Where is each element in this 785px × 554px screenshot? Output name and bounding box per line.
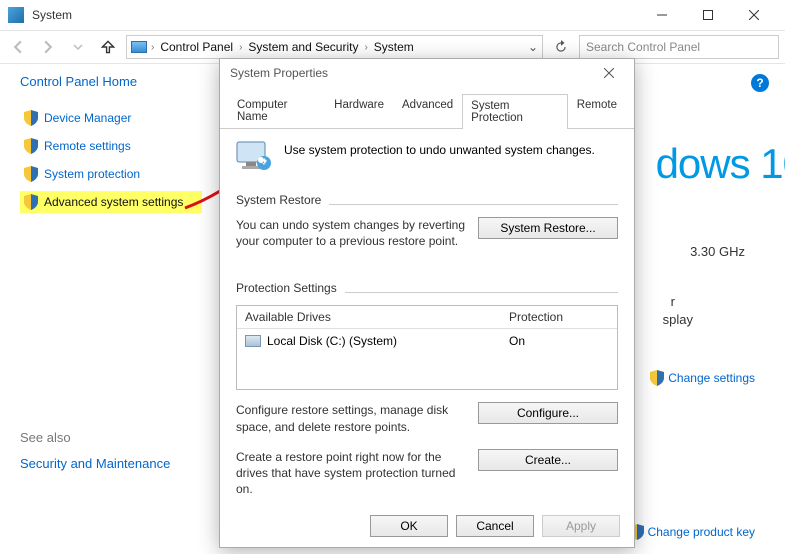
security-maintenance-link[interactable]: Security and Maintenance [20, 456, 170, 471]
chevron-right-icon: › [151, 42, 154, 53]
ok-button[interactable]: OK [370, 515, 448, 537]
up-button[interactable] [96, 35, 120, 59]
spec-text: splay [663, 312, 693, 327]
configure-text: Configure restore settings, manage disk … [236, 402, 466, 434]
chevron-right-icon: › [239, 42, 242, 53]
divider [345, 292, 618, 293]
close-button[interactable] [731, 0, 777, 30]
system-protection-icon [236, 141, 272, 173]
change-settings-label: Change settings [668, 371, 755, 385]
cancel-button[interactable]: Cancel [456, 515, 534, 537]
back-button[interactable] [6, 35, 30, 59]
configure-button[interactable]: Configure... [478, 402, 618, 424]
tab-system-protection[interactable]: System Protection [462, 94, 568, 129]
dialog-close-button[interactable] [594, 68, 624, 78]
drive-row[interactable]: Local Disk (C:) (System) On [237, 329, 617, 353]
chevron-down-icon[interactable]: ⌄ [528, 40, 538, 54]
maximize-button[interactable] [685, 0, 731, 30]
address-bar[interactable]: › Control Panel › System and Security › … [126, 35, 543, 59]
search-input[interactable]: Search Control Panel [579, 35, 779, 59]
column-header-drives: Available Drives [245, 310, 509, 324]
shield-icon [24, 194, 38, 210]
sidebar-link-label: Device Manager [44, 111, 131, 125]
divider [329, 204, 618, 205]
dialog-titlebar: System Properties [220, 59, 634, 87]
sidebar-link-system-protection[interactable]: System protection [20, 163, 202, 185]
tab-computer-name[interactable]: Computer Name [228, 93, 325, 128]
sidebar-link-remote-settings[interactable]: Remote settings [20, 135, 202, 157]
system-restore-button[interactable]: System Restore... [478, 217, 618, 239]
drive-name: Local Disk (C:) (System) [267, 334, 397, 348]
control-panel-home-link[interactable]: Control Panel Home [20, 74, 202, 89]
sidebar-link-label: Remote settings [44, 139, 131, 153]
see-also-heading: See also [20, 430, 71, 445]
system-properties-dialog: System Properties Computer NameHardwareA… [219, 58, 635, 548]
shield-icon [24, 110, 38, 126]
change-product-key-label: Change product key [648, 525, 755, 539]
sidebar-link-label: System protection [44, 167, 140, 181]
drive-protection: On [509, 334, 609, 348]
create-button[interactable]: Create... [478, 449, 618, 471]
window-titlebar: System [0, 0, 785, 30]
tab-hardware[interactable]: Hardware [325, 93, 393, 128]
help-icon[interactable]: ? [751, 74, 769, 92]
control-panel-icon [131, 41, 147, 53]
drive-icon [245, 335, 261, 347]
change-settings-link[interactable]: Change settings [650, 370, 755, 386]
spec-text: 3.30 GHz [690, 244, 745, 259]
sidebar-link-device-manager[interactable]: Device Manager [20, 107, 202, 129]
dialog-tabs: Computer NameHardwareAdvancedSystem Prot… [220, 87, 634, 129]
column-header-protection: Protection [509, 310, 609, 324]
system-restore-text: You can undo system changes by reverting… [236, 217, 466, 249]
recent-dropdown[interactable] [66, 35, 90, 59]
protection-settings-legend: Protection Settings [236, 281, 337, 295]
system-restore-legend: System Restore [236, 193, 321, 207]
shield-icon [24, 138, 38, 154]
system-icon [8, 7, 24, 23]
search-placeholder: Search Control Panel [586, 40, 700, 54]
breadcrumb-item[interactable]: System [372, 40, 416, 54]
drives-list[interactable]: Available Drives Protection Local Disk (… [236, 305, 618, 390]
windows-10-brand: dows 10 [656, 140, 785, 188]
dialog-title: System Properties [230, 66, 328, 80]
apply-button[interactable]: Apply [542, 515, 620, 537]
left-panel: Control Panel Home Device Manager Remote … [0, 64, 210, 229]
refresh-button[interactable] [549, 35, 573, 59]
sidebar-link-label: Advanced system settings [44, 195, 183, 209]
tab-advanced[interactable]: Advanced [393, 93, 462, 128]
intro-text: Use system protection to undo unwanted s… [284, 141, 595, 157]
tab-remote[interactable]: Remote [568, 93, 626, 128]
change-product-key-link[interactable]: Change product key [630, 524, 755, 540]
forward-button[interactable] [36, 35, 60, 59]
spec-text: r [671, 294, 675, 309]
shield-icon [650, 370, 664, 386]
breadcrumb-item[interactable]: Control Panel [158, 40, 235, 54]
sidebar-link-advanced-system-settings[interactable]: Advanced system settings [20, 191, 202, 213]
window-title: System [32, 8, 639, 22]
breadcrumb-item[interactable]: System and Security [246, 40, 360, 54]
minimize-button[interactable] [639, 0, 685, 30]
create-text: Create a restore point right now for the… [236, 449, 466, 498]
shield-icon [24, 166, 38, 182]
chevron-right-icon: › [364, 42, 367, 53]
